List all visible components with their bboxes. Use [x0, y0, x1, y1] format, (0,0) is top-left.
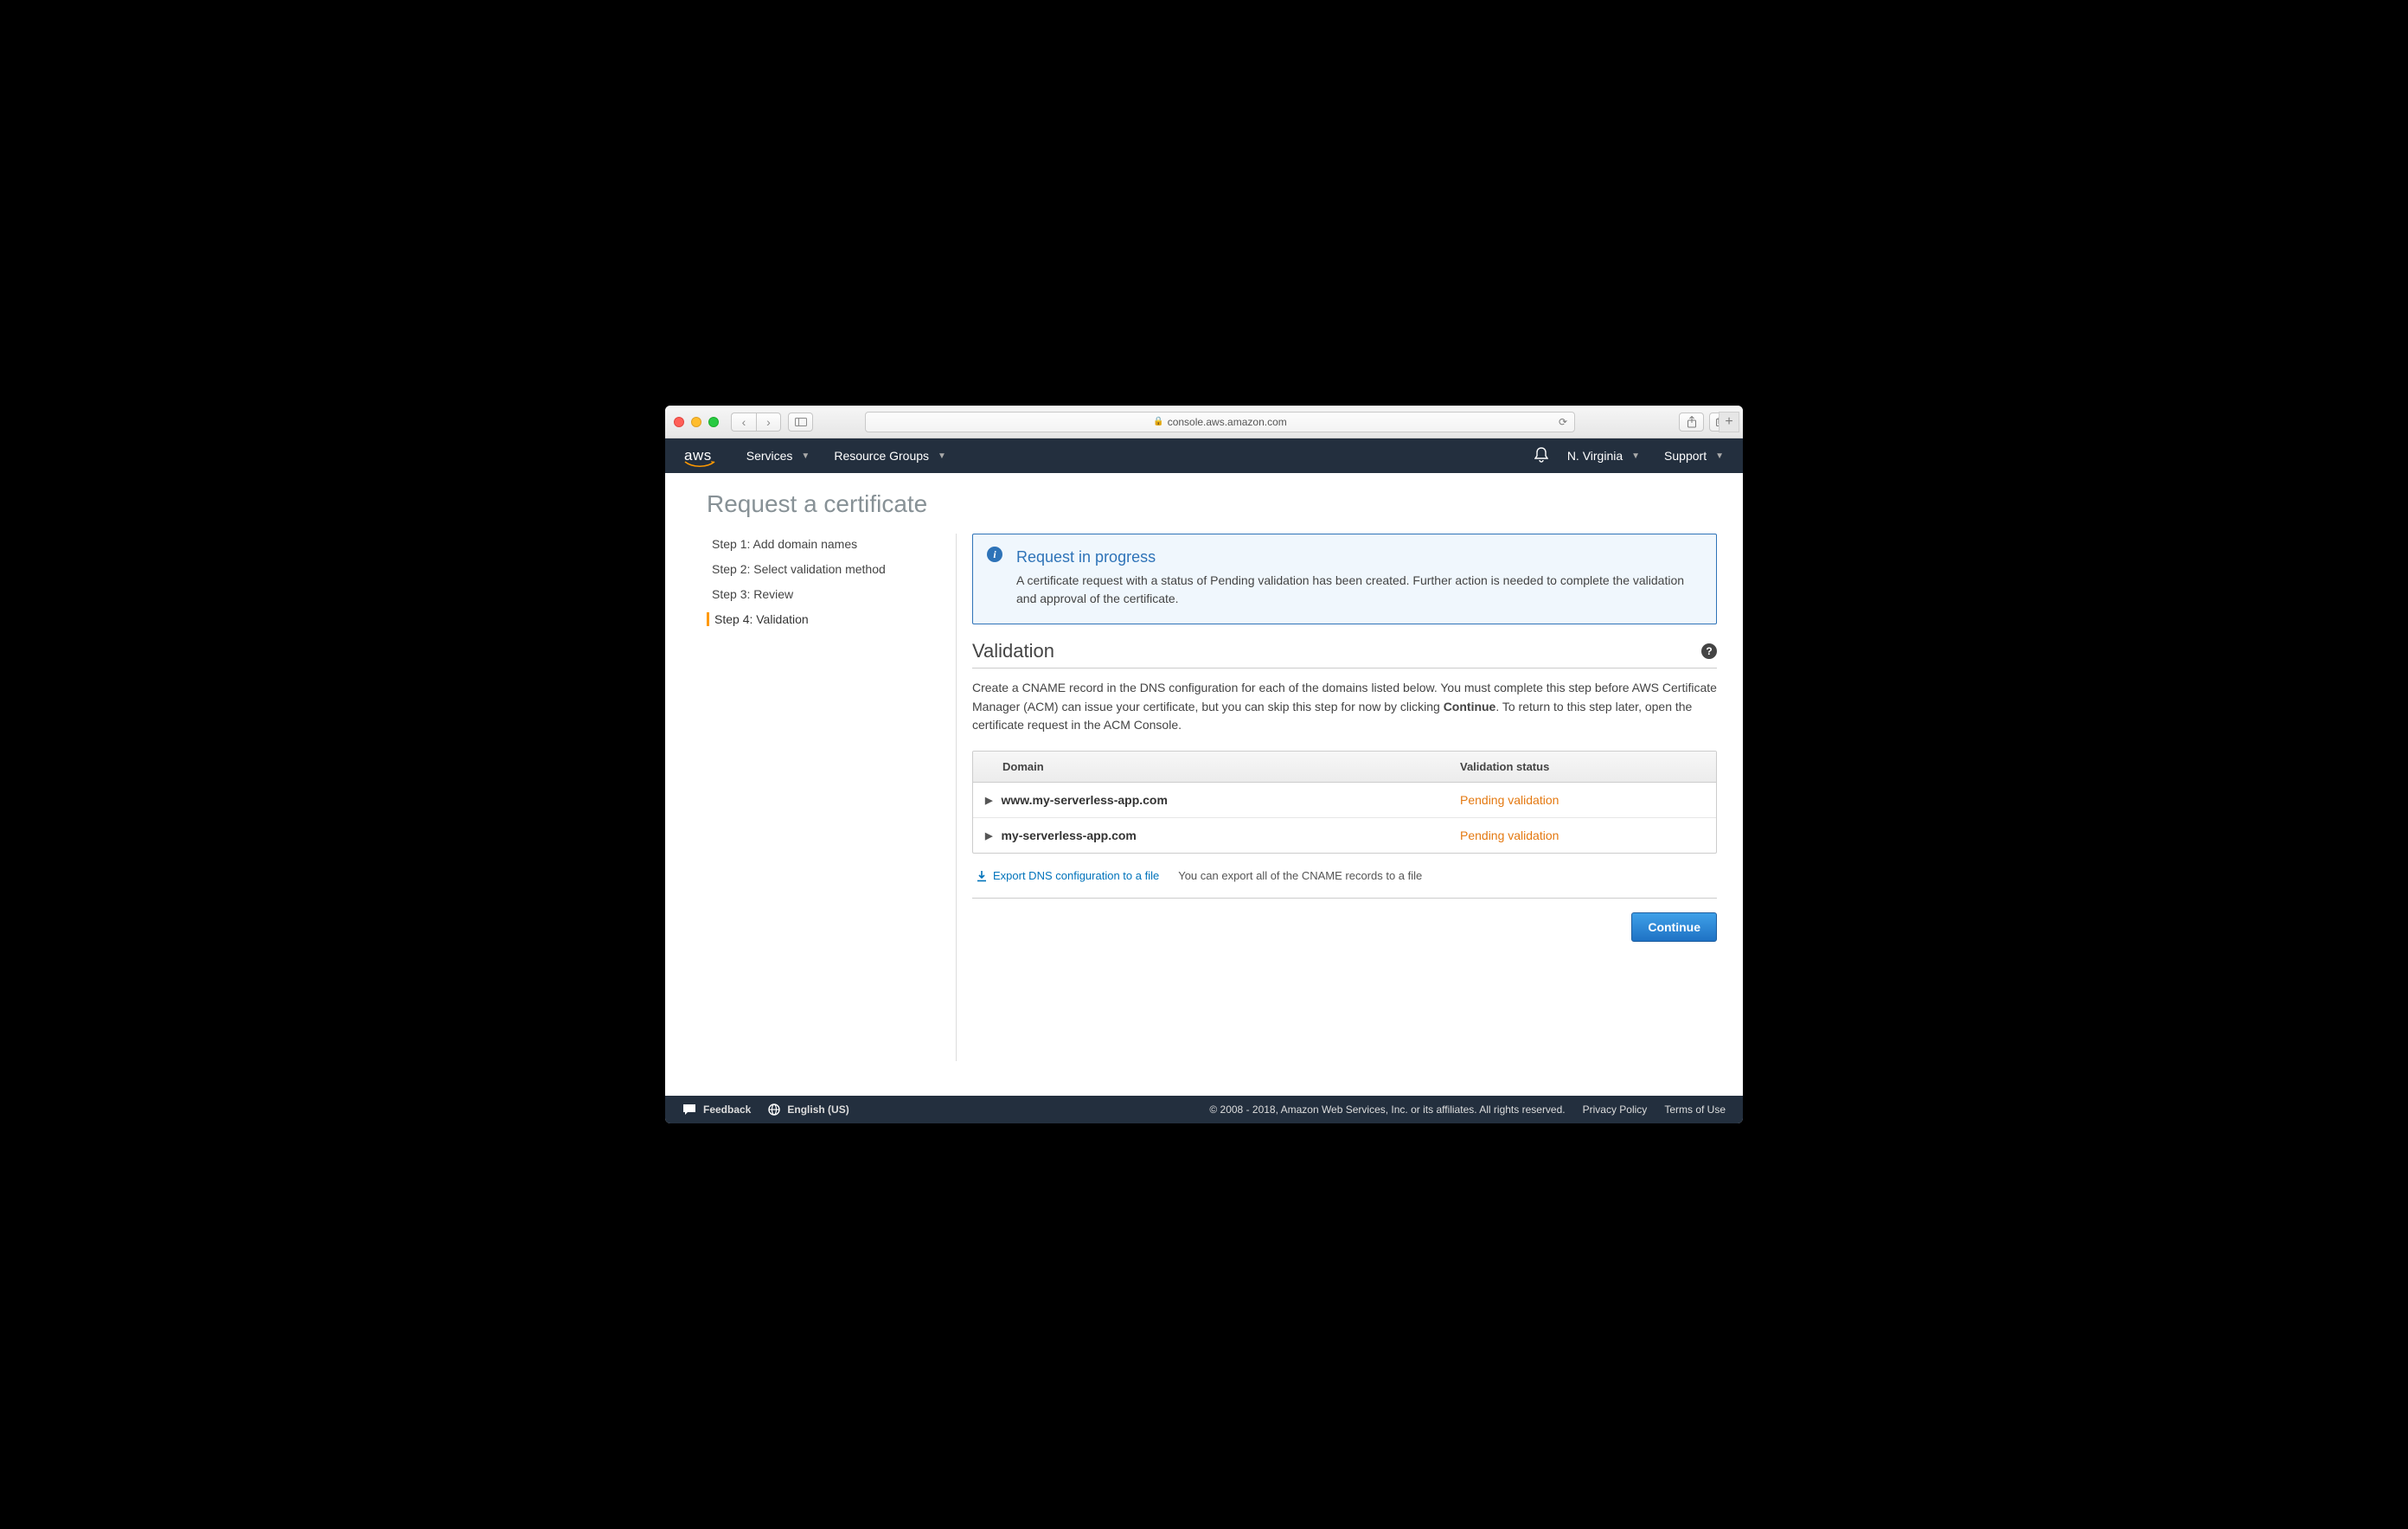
resource-groups-menu[interactable]: Resource Groups ▼: [834, 449, 946, 463]
region-menu[interactable]: N. Virginia ▼: [1567, 449, 1640, 463]
feedback-label: Feedback: [703, 1104, 751, 1116]
info-body: A certificate request with a status of P…: [1016, 572, 1700, 608]
lock-icon: 🔒: [1153, 417, 1163, 426]
help-icon[interactable]: ?: [1701, 643, 1717, 659]
browser-window: ‹ › 🔒 console.aws.amazon.com ⟳ + aws Se: [665, 406, 1743, 1123]
section-description: Create a CNAME record in the DNS configu…: [972, 679, 1717, 735]
info-banner: i Request in progress A certificate requ…: [972, 534, 1717, 624]
feedback-link[interactable]: Feedback: [682, 1104, 751, 1116]
desc-text-bold: Continue: [1444, 700, 1496, 713]
nav-buttons: ‹ ›: [731, 413, 781, 432]
expand-caret-icon[interactable]: ▶: [985, 795, 992, 806]
resource-groups-label: Resource Groups: [834, 449, 929, 463]
expand-caret-icon[interactable]: ▶: [985, 830, 992, 841]
step-3[interactable]: Step 3: Review: [707, 587, 949, 601]
back-button[interactable]: ‹: [731, 413, 756, 432]
minimize-window-button[interactable]: [691, 417, 701, 427]
table-row[interactable]: ▶ my-serverless-app.com Pending validati…: [973, 818, 1716, 853]
aws-footer: Feedback English (US) © 2008 - 2018, Ama…: [665, 1096, 1743, 1123]
button-row: Continue: [972, 912, 1717, 942]
browser-titlebar: ‹ › 🔒 console.aws.amazon.com ⟳ +: [665, 406, 1743, 438]
export-hint: You can export all of the CNAME records …: [1178, 869, 1422, 882]
chevron-down-icon: ▼: [1631, 451, 1640, 461]
table-header: Domain Validation status: [973, 752, 1716, 783]
close-window-button[interactable]: [674, 417, 684, 427]
table-row[interactable]: ▶ www.my-serverless-app.com Pending vali…: [973, 783, 1716, 818]
wizard-steps: Step 1: Add domain names Step 2: Select …: [707, 534, 949, 1061]
chevron-down-icon: ▼: [801, 451, 810, 461]
info-icon: i: [987, 547, 1002, 562]
step-1[interactable]: Step 1: Add domain names: [707, 537, 949, 551]
language-label: English (US): [787, 1104, 849, 1116]
language-selector[interactable]: English (US): [768, 1104, 849, 1116]
step-2[interactable]: Step 2: Select validation method: [707, 562, 949, 576]
chevron-down-icon: ▼: [938, 451, 946, 461]
col-domain: Domain: [973, 752, 1448, 782]
privacy-link[interactable]: Privacy Policy: [1583, 1104, 1648, 1116]
url-host: console.aws.amazon.com: [1168, 416, 1287, 428]
zoom-window-button[interactable]: [708, 417, 719, 427]
col-status: Validation status: [1448, 752, 1716, 782]
section-header: Validation ?: [972, 640, 1717, 669]
domain-name: my-serverless-app.com: [1001, 828, 1136, 842]
aws-logo[interactable]: aws: [684, 447, 712, 464]
share-button[interactable]: [1679, 413, 1704, 432]
page-body: Request a certificate: [665, 473, 1743, 518]
forward-button[interactable]: ›: [756, 413, 781, 432]
step-4[interactable]: Step 4: Validation: [707, 612, 949, 626]
export-link-text: Export DNS configuration to a file: [993, 869, 1159, 882]
validation-status: Pending validation: [1448, 818, 1716, 853]
notifications-icon[interactable]: [1534, 447, 1548, 465]
sidebar-toggle-button[interactable]: [788, 413, 813, 432]
info-title: Request in progress: [1016, 548, 1700, 566]
support-menu[interactable]: Support ▼: [1664, 449, 1724, 463]
export-dns-link[interactable]: Export DNS configuration to a file: [976, 869, 1159, 882]
domain-table: Domain Validation status ▶ www.my-server…: [972, 751, 1717, 854]
terms-link[interactable]: Terms of Use: [1664, 1104, 1726, 1116]
continue-button[interactable]: Continue: [1631, 912, 1717, 942]
section-title: Validation: [972, 640, 1701, 662]
domain-name: www.my-serverless-app.com: [1001, 793, 1167, 807]
main-content: i Request in progress A certificate requ…: [972, 534, 1717, 1061]
vertical-divider: [956, 534, 957, 1061]
copyright: © 2008 - 2018, Amazon Web Services, Inc.…: [1209, 1104, 1565, 1116]
address-bar[interactable]: 🔒 console.aws.amazon.com ⟳: [865, 412, 1575, 432]
services-label: Services: [746, 449, 793, 463]
support-label: Support: [1664, 449, 1707, 463]
page-columns: Step 1: Add domain names Step 2: Select …: [665, 534, 1743, 1096]
chevron-down-icon: ▼: [1715, 451, 1724, 461]
services-menu[interactable]: Services ▼: [746, 449, 810, 463]
page-title: Request a certificate: [707, 490, 1717, 518]
reload-icon[interactable]: ⟳: [1559, 416, 1567, 428]
window-controls: [674, 417, 719, 427]
validation-status: Pending validation: [1448, 783, 1716, 817]
aws-header: aws Services ▼ Resource Groups ▼ N. Virg…: [665, 438, 1743, 473]
new-tab-button[interactable]: +: [1719, 412, 1739, 432]
export-row: Export DNS configuration to a file You c…: [972, 864, 1717, 899]
region-label: N. Virginia: [1567, 449, 1623, 463]
